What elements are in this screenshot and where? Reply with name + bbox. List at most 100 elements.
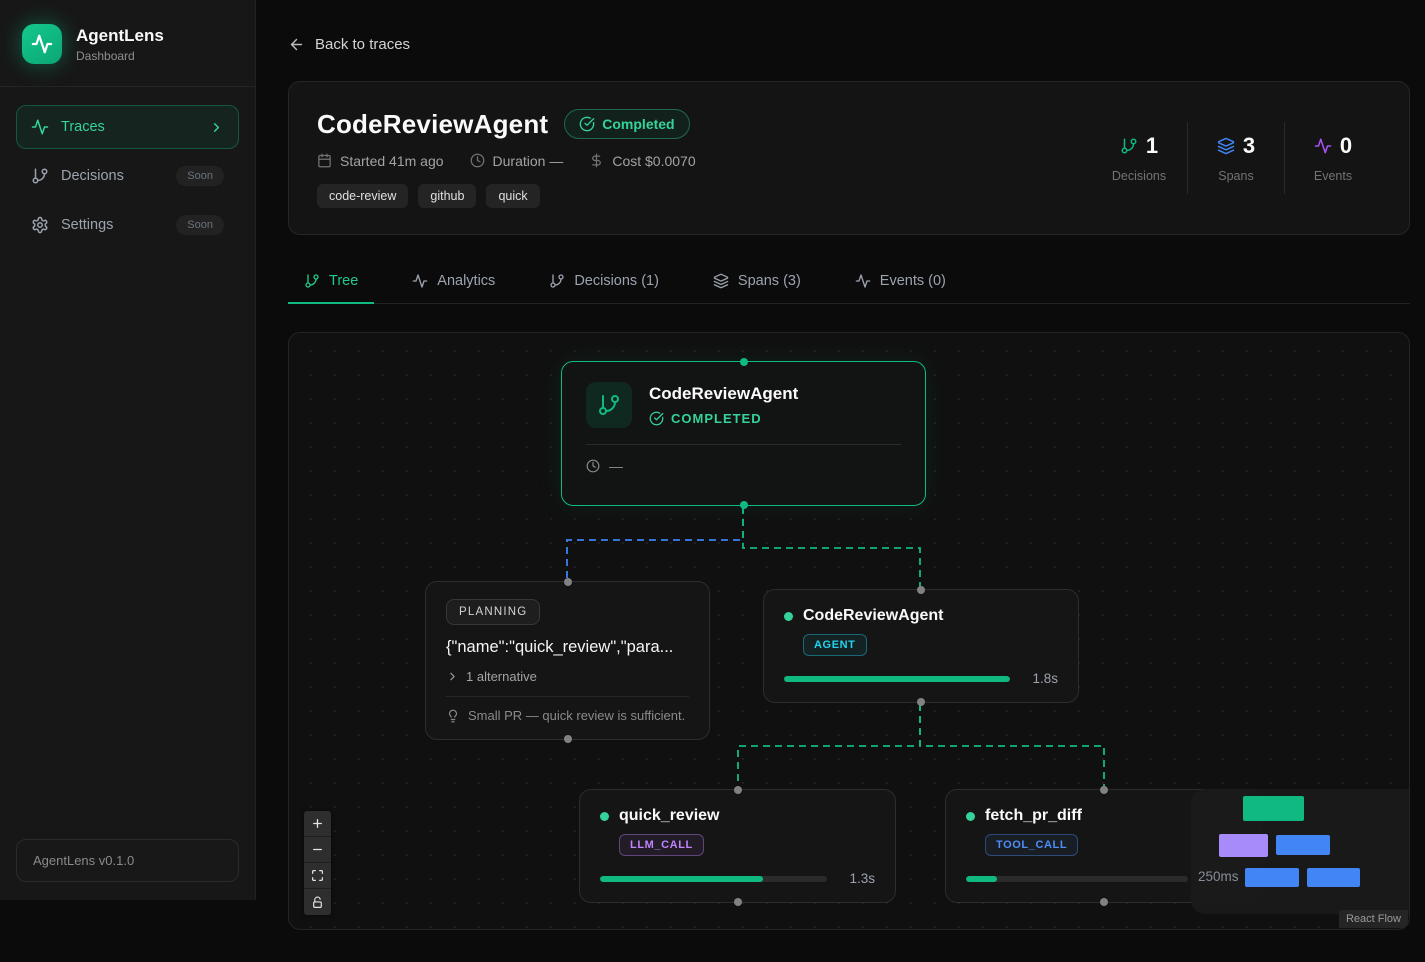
minimap-node <box>1219 834 1268 857</box>
sidebar-version: AgentLens v0.1.0 <box>16 839 239 882</box>
clock-icon <box>586 459 600 473</box>
back-to-traces-link[interactable]: Back to traces <box>288 36 410 53</box>
calendar-icon <box>317 153 332 168</box>
span-type-badge: LLM_CALL <box>619 834 704 856</box>
flow-node-planning-decision[interactable]: PLANNING {"name":"quick_review","para...… <box>425 581 710 740</box>
node-handle[interactable] <box>740 501 748 509</box>
node-handle[interactable] <box>734 786 742 794</box>
started-meta: Started 41m ago <box>317 153 444 169</box>
sidebar-item-label: Traces <box>61 119 105 135</box>
brand-subtitle: Dashboard <box>76 49 164 63</box>
brand-name: AgentLens <box>76 26 164 46</box>
clock-icon <box>470 153 485 168</box>
back-link-label: Back to traces <box>315 36 410 53</box>
flow-node-span-agent[interactable]: CodeReviewAgent AGENT 1.8s <box>763 589 1079 703</box>
flow-canvas[interactable]: CodeReviewAgent COMPLETED — P <box>288 332 1410 930</box>
tab-decisions[interactable]: Decisions (1) <box>533 262 675 304</box>
sidebar-item-decisions[interactable]: Decisions Soon <box>16 154 239 198</box>
tab-spans[interactable]: Spans (3) <box>697 262 817 304</box>
node-title: CodeReviewAgent <box>649 384 798 404</box>
flow-node-span-quick-review[interactable]: quick_review LLM_CALL 1.3s <box>579 789 896 903</box>
minimap-node <box>1245 868 1299 887</box>
tab-tree[interactable]: Tree <box>288 262 374 304</box>
layers-icon <box>713 273 729 289</box>
status-badge: Completed <box>564 109 689 139</box>
dollar-icon <box>589 153 604 168</box>
status-label: Completed <box>602 116 674 132</box>
span-duration: 1.8s <box>1022 671 1058 686</box>
stat-events: 0 Events <box>1285 133 1381 183</box>
activity-icon <box>1314 137 1332 155</box>
chevron-right-icon <box>209 120 224 135</box>
layers-icon <box>1217 137 1235 155</box>
tag: quick <box>486 184 539 208</box>
activity-icon <box>412 273 428 289</box>
detail-tabs: Tree Analytics Decisions (1) Spans (3) E… <box>288 262 1410 304</box>
node-handle[interactable] <box>740 358 748 366</box>
fit-view-button[interactable] <box>304 863 331 889</box>
agentlens-logo-icon <box>22 24 62 64</box>
duration-meta: Duration — <box>470 153 564 169</box>
tab-events[interactable]: Events (0) <box>839 262 962 304</box>
tab-analytics[interactable]: Analytics <box>396 262 511 304</box>
sidebar-item-traces[interactable]: Traces <box>16 105 239 149</box>
node-status: COMPLETED <box>671 411 762 426</box>
lightbulb-icon <box>446 709 460 723</box>
sidebar-item-settings[interactable]: Settings Soon <box>16 203 239 247</box>
sidebar: AgentLens Dashboard Traces Decisions Soo… <box>0 0 256 900</box>
decision-type-badge: PLANNING <box>446 599 540 625</box>
flow-controls <box>304 811 331 915</box>
flow-node-root-agent[interactable]: CodeReviewAgent COMPLETED — <box>561 361 926 506</box>
check-circle-icon <box>649 411 664 426</box>
zoom-out-button[interactable] <box>304 837 331 863</box>
decision-reason: Small PR — quick review is sufficient. <box>468 708 685 723</box>
git-branch-icon <box>1120 137 1138 155</box>
minimap-node <box>1307 868 1360 887</box>
node-title: quick_review <box>619 807 720 825</box>
sidebar-item-label: Settings <box>61 217 113 233</box>
sidebar-item-label: Decisions <box>61 168 124 184</box>
node-handle[interactable] <box>917 698 925 706</box>
gear-icon <box>31 216 49 234</box>
node-handle[interactable] <box>1100 898 1108 906</box>
brand: AgentLens Dashboard <box>0 0 255 87</box>
node-title: fetch_pr_diff <box>985 807 1082 825</box>
check-circle-icon <box>579 116 595 132</box>
git-branch-icon <box>586 382 632 428</box>
lock-toggle-button[interactable] <box>304 889 331 915</box>
zoom-in-button[interactable] <box>304 811 331 837</box>
react-flow-attribution[interactable]: React Flow <box>1339 910 1408 928</box>
sidebar-nav: Traces Decisions Soon Settings Soon <box>0 87 255 265</box>
minimap-node <box>1276 835 1330 855</box>
flow-minimap[interactable] <box>1191 789 1409 914</box>
git-branch-icon <box>31 167 49 185</box>
soon-badge: Soon <box>176 166 224 186</box>
span-duration: 250ms <box>1198 869 1239 884</box>
git-branch-icon <box>549 273 565 289</box>
node-handle[interactable] <box>917 586 925 594</box>
node-handle[interactable] <box>1100 786 1108 794</box>
alternatives-toggle[interactable]: 1 alternative <box>446 669 689 684</box>
stat-spans: 3 Spans <box>1188 133 1284 183</box>
minimap-node <box>1243 796 1304 821</box>
decision-action: {"name":"quick_review","para... <box>446 638 689 657</box>
node-handle[interactable] <box>564 578 572 586</box>
duration-bar <box>784 676 1010 682</box>
node-handle[interactable] <box>564 735 572 743</box>
chevron-right-icon <box>446 670 459 683</box>
status-dot <box>966 812 975 821</box>
activity-icon <box>855 273 871 289</box>
node-handle[interactable] <box>734 898 742 906</box>
arrow-left-icon <box>288 36 305 53</box>
soon-badge: Soon <box>176 215 224 235</box>
git-branch-icon <box>304 273 320 289</box>
trace-header-card: CodeReviewAgent Completed Started 41m ag… <box>288 81 1410 235</box>
tag: github <box>418 184 476 208</box>
activity-icon <box>31 118 49 136</box>
node-duration: — <box>609 458 623 474</box>
span-duration: 1.3s <box>839 871 875 886</box>
span-type-badge: AGENT <box>803 634 867 656</box>
status-dot <box>600 812 609 821</box>
trace-stats: 1 Decisions 3 Spans 0 <box>1091 122 1381 194</box>
trace-title: CodeReviewAgent <box>317 109 548 140</box>
